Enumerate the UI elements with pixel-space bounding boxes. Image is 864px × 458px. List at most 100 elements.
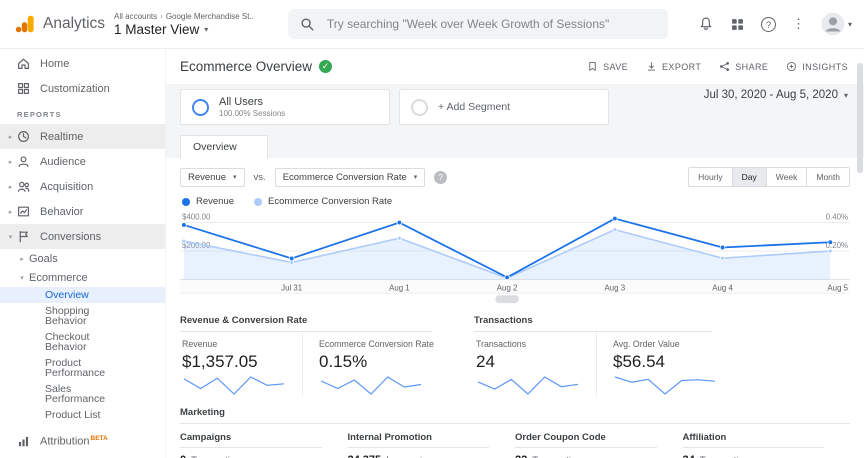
sidebar-item-ecommerce-overview[interactable]: Overview: [0, 287, 165, 303]
sidebar-item-acquisition[interactable]: ▸ Acquisition: [0, 174, 165, 199]
view-name: 1 Master View: [114, 21, 200, 37]
save-button[interactable]: SAVE: [587, 61, 628, 72]
scorecard-conversion-rate[interactable]: Ecommerce Conversion Rate 0.15%: [302, 332, 450, 396]
legend-label: Ecommerce Conversion Rate: [268, 196, 393, 207]
export-button[interactable]: EXPORT: [646, 61, 701, 72]
granularity-day-button[interactable]: Day: [731, 167, 767, 187]
chevron-down-icon: ▾: [843, 90, 848, 100]
sidebar-item-label: Goals: [29, 252, 58, 265]
sidebar-item-shopping-behavior[interactable]: Shopping Behavior: [0, 303, 165, 329]
sidebar-item-home[interactable]: Home: [0, 51, 165, 76]
column-title: Affiliation: [682, 424, 824, 448]
marketing-internal-promotion-column[interactable]: Internal Promotion 24,375 Impressions: [347, 424, 516, 458]
vs-label: vs.: [253, 171, 266, 183]
breadcrumb-current[interactable]: Google Merchandise St..: [166, 12, 254, 21]
sidebar-item-label: Product Performance: [45, 357, 106, 379]
svg-text:Aug 4: Aug 4: [712, 283, 733, 292]
sidebar-item-audience[interactable]: ▸ Audience: [0, 149, 165, 174]
search-bar[interactable]: [287, 9, 668, 39]
tab-overview[interactable]: Overview: [180, 135, 268, 158]
legend-dot-secondary: [254, 197, 263, 206]
legend-dot-primary: [182, 197, 190, 206]
chevron-right-icon[interactable]: ▸: [5, 183, 16, 191]
chevron-right-icon[interactable]: ▸: [5, 133, 16, 141]
view-selector[interactable]: 1 Master View ▾: [114, 22, 254, 37]
sidebar-item-checkout-behavior[interactable]: Checkout Behavior: [0, 329, 165, 355]
topbar-icons: ? ⋮ ▾: [698, 12, 864, 36]
primary-metric-select[interactable]: Revenue ▾: [180, 167, 245, 187]
marketing-title: Marketing: [180, 407, 850, 424]
breadcrumb[interactable]: All accounts › Google Merchandise St..: [114, 12, 254, 21]
svg-text:0.40%: 0.40%: [826, 213, 848, 222]
marketing-metric: 24 Transactions: [683, 454, 851, 458]
beta-badge: BETA: [90, 435, 108, 443]
audience-person-icon: [17, 155, 31, 168]
sidebar-item-realtime[interactable]: ▸ Realtime: [0, 124, 165, 149]
chart-controls: Revenue ▾ vs. Ecommerce Conversion Rate …: [180, 167, 850, 187]
chevron-down-icon[interactable]: ▾: [5, 233, 16, 241]
sidebar-item-conversions[interactable]: ▾ Conversions: [0, 224, 165, 249]
sidebar-item-label: Overview: [45, 289, 89, 301]
chevron-down-icon[interactable]: ▾: [17, 274, 27, 282]
marketing-campaigns-column[interactable]: Campaigns 0 Transactions $0.00 Revenue $…: [180, 424, 348, 458]
sidebar-item-ecommerce[interactable]: ▾ Ecommerce: [0, 268, 165, 287]
analytics-logo[interactable]: Analytics: [0, 13, 110, 35]
apps-grid-icon[interactable]: [730, 17, 745, 32]
sidebar-item-product-performance[interactable]: Product Performance: [0, 355, 165, 381]
legend-conversion-rate: Ecommerce Conversion Rate: [254, 196, 392, 207]
home-icon: [17, 57, 31, 70]
help-icon[interactable]: ?: [760, 16, 776, 32]
google-analytics-app: Analytics All accounts › Google Merchand…: [0, 0, 864, 458]
sidebar-item-sales-performance[interactable]: Sales Performance: [0, 381, 165, 407]
sparkline-chart: [614, 376, 716, 395]
scorecard-label: Ecommerce Conversion Rate: [319, 339, 434, 349]
segment-detail: 100.00% Sessions: [219, 109, 286, 118]
info-icon[interactable]: ?: [434, 170, 448, 184]
account-avatar[interactable]: ▾: [821, 12, 852, 36]
share-button[interactable]: SHARE: [719, 61, 768, 72]
share-icon: [720, 62, 730, 71]
breadcrumb-root[interactable]: All accounts: [114, 12, 157, 21]
search-input[interactable]: [324, 16, 656, 32]
marketing-order-coupon-column[interactable]: Order Coupon Code 22 Transactions $1,309…: [515, 424, 683, 458]
chevron-right-icon[interactable]: ▸: [17, 255, 27, 263]
time-series-chart[interactable]: $200.000.20%$400.000.40%Jul 31Aug 1Aug 2…: [180, 209, 850, 307]
account-switcher[interactable]: All accounts › Google Merchandise St.. 1…: [114, 12, 254, 37]
sidebar-item-label: Realtime: [40, 130, 84, 143]
segment-all-users[interactable]: All Users 100.00% Sessions: [180, 89, 390, 125]
vertical-scrollbar[interactable]: [857, 63, 863, 173]
granularity-hourly-button[interactable]: Hourly: [688, 167, 733, 187]
chevron-right-icon[interactable]: ▸: [5, 208, 16, 216]
date-range-picker[interactable]: Jul 30, 2020 - Aug 5, 2020 ▾: [704, 89, 848, 101]
legend-label: Revenue: [196, 196, 235, 207]
add-segment-ring-icon: [411, 98, 428, 116]
primary-metric-label: Revenue: [188, 171, 227, 183]
chart-legend: Revenue Ecommerce Conversion Rate: [182, 196, 850, 207]
sidebar-item-goals[interactable]: ▸ Goals: [0, 249, 165, 268]
granularity-month-button[interactable]: Month: [806, 167, 850, 187]
sidebar-item-attribution[interactable]: AttributionBETA: [0, 429, 165, 454]
notifications-bell-icon[interactable]: [698, 16, 714, 32]
sidebar-item-label: AttributionBETA: [40, 435, 108, 448]
marketing-affiliation-column[interactable]: Affiliation 24 Transactions $1,357.05 Re…: [682, 424, 851, 458]
sidebar-item-label: Behavior: [40, 205, 84, 218]
chevron-down-icon: ▾: [847, 19, 852, 29]
chevron-right-icon[interactable]: ▸: [5, 158, 16, 166]
insights-button[interactable]: INSIGHTS: [786, 61, 848, 72]
more-vert-icon[interactable]: ⋮: [792, 16, 805, 32]
scorecard-transactions[interactable]: Transactions 24: [474, 332, 596, 396]
metric-value: 22: [515, 454, 527, 458]
sidebar-item-customization[interactable]: Customization: [0, 76, 165, 101]
sidebar-item-discover[interactable]: Discover: [0, 454, 165, 458]
svg-text:Aug 1: Aug 1: [389, 283, 410, 292]
granularity-week-button[interactable]: Week: [765, 167, 808, 187]
metric-value: 0: [180, 454, 186, 458]
secondary-metric-select[interactable]: Ecommerce Conversion Rate ▾: [274, 167, 426, 187]
segment-ring-icon: [192, 98, 209, 116]
scorecard-revenue[interactable]: Revenue $1,357.05: [180, 332, 302, 396]
sidebar-item-behavior[interactable]: ▸ Behavior: [0, 199, 165, 224]
scorecard-avg-order-value[interactable]: Avg. Order Value $56.54: [596, 332, 733, 396]
sidebar-item-product-list[interactable]: Product List: [0, 407, 165, 423]
add-segment-button[interactable]: + Add Segment: [399, 89, 609, 125]
question-mark-glyph: ?: [760, 16, 776, 32]
